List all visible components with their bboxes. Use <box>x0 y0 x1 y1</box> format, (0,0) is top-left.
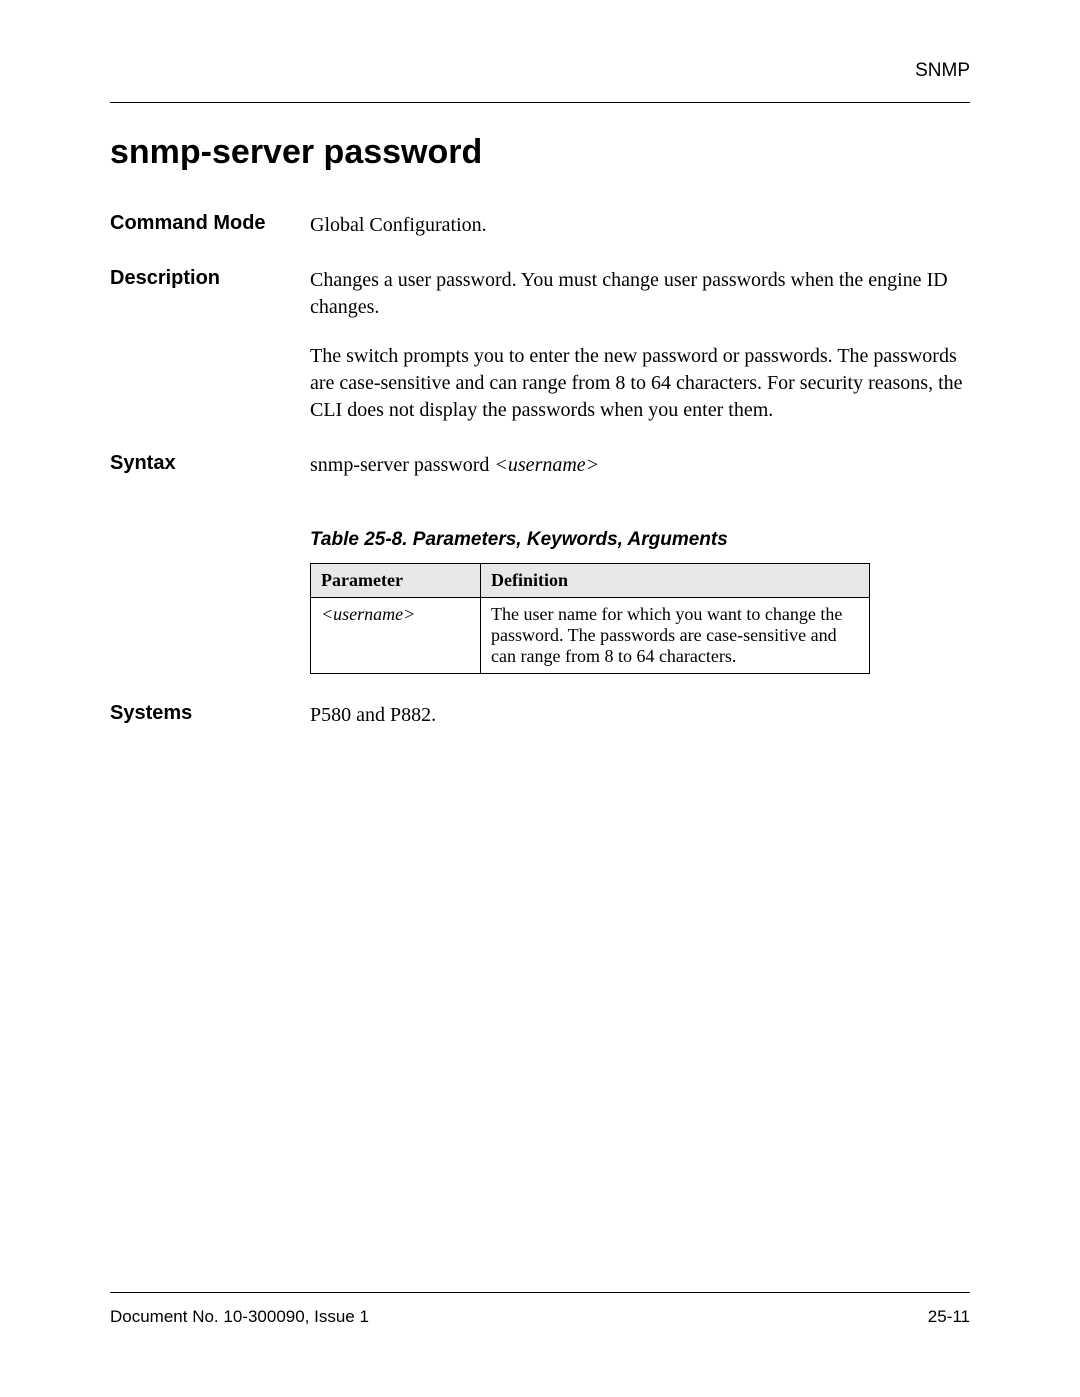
section-syntax: Syntax snmp-server password <username> <box>110 452 970 479</box>
header-rule <box>110 102 970 103</box>
command-mode-label: Command Mode <box>110 212 310 239</box>
param-table: Parameter Definition <username> The user… <box>310 563 870 674</box>
th-definition: Definition <box>481 564 870 598</box>
description-p2: The switch prompts you to enter the new … <box>310 343 970 424</box>
page-title: snmp-server password <box>110 133 970 172</box>
syntax-label: Syntax <box>110 452 310 479</box>
section-command-mode: Command Mode Global Configuration. <box>110 212 970 239</box>
footer-rule <box>110 1292 970 1293</box>
page-footer: Document No. 10-300090, Issue 1 25-11 <box>110 1292 970 1327</box>
th-parameter: Parameter <box>311 564 481 598</box>
systems-label: Systems <box>110 702 310 729</box>
syntax-arg: <username> <box>494 454 599 476</box>
table-caption: Table 25-8. Parameters, Keywords, Argume… <box>310 529 970 551</box>
systems-value: P580 and P882. <box>310 702 970 729</box>
footer-row: Document No. 10-300090, Issue 1 25-11 <box>110 1307 970 1327</box>
table-row: <username> The user name for which you w… <box>311 598 870 674</box>
header-label: SNMP <box>110 60 970 82</box>
footer-doc-number: Document No. 10-300090, Issue 1 <box>110 1307 369 1327</box>
td-definition: The user name for which you want to chan… <box>481 598 870 674</box>
description-label: Description <box>110 267 310 424</box>
table-header-row: Parameter Definition <box>311 564 870 598</box>
section-description: Description Changes a user password. You… <box>110 267 970 424</box>
footer-page-number: 25-11 <box>928 1307 970 1327</box>
syntax-prefix: snmp-server password <box>310 454 494 476</box>
description-content: Changes a user password. You must change… <box>310 267 970 424</box>
param-table-wrapper: Table 25-8. Parameters, Keywords, Argume… <box>310 529 970 674</box>
syntax-content: snmp-server password <username> <box>310 452 970 479</box>
section-systems: Systems P580 and P882. <box>110 702 970 729</box>
command-mode-value: Global Configuration. <box>310 212 970 239</box>
description-p1: Changes a user password. You must change… <box>310 267 970 321</box>
td-param: <username> <box>311 598 481 674</box>
